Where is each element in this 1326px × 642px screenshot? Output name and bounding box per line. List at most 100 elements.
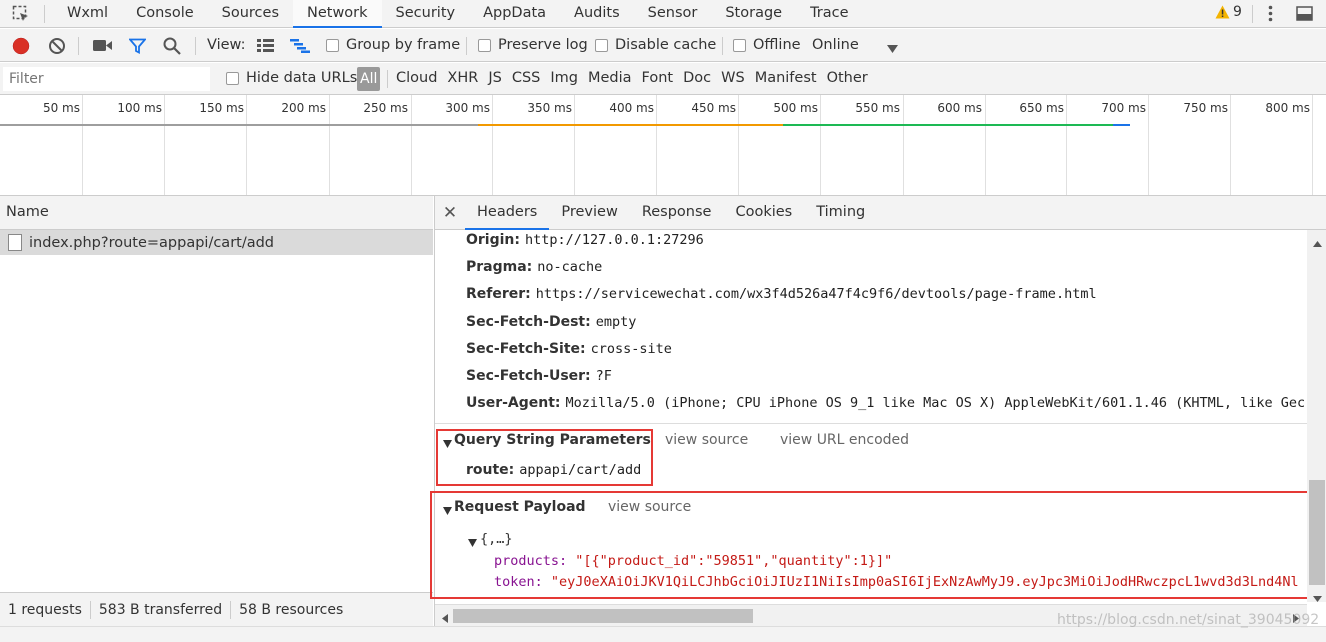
vertical-scrollbar[interactable]	[1307, 230, 1326, 602]
large-rows-icon[interactable]	[257, 39, 274, 56]
filter-type-cloud[interactable]: Cloud	[391, 70, 442, 86]
scroll-left-icon[interactable]	[442, 611, 448, 627]
timeline-tick-label: 50 ms	[42, 101, 80, 115]
clear-icon[interactable]	[48, 37, 66, 59]
offline-option[interactable]: Offline	[733, 37, 801, 53]
tab-sensor[interactable]: Sensor	[634, 0, 712, 28]
header-key: Sec-Fetch-Site:	[466, 341, 586, 357]
timeline-tick-label: 500 ms	[773, 101, 818, 115]
devtools-top-bar: Wxml Console Sources Network Security Ap…	[0, 0, 1326, 28]
throttling-value: Online	[812, 37, 859, 53]
tab-response[interactable]: Response	[630, 196, 724, 230]
more-options-icon[interactable]	[1268, 5, 1273, 26]
close-icon[interactable]: ✕	[435, 203, 465, 223]
timeline-tick-label: 600 ms	[937, 101, 982, 115]
tab-network[interactable]: Network	[293, 0, 382, 28]
request-count: 1 requests	[8, 601, 82, 618]
header-key: Pragma:	[466, 259, 533, 275]
tab-appdata[interactable]: AppData	[469, 0, 560, 28]
screenshot-camera-icon[interactable]	[93, 39, 112, 56]
preserve-log-label: Preserve log	[498, 37, 588, 53]
offline-checkbox[interactable]	[733, 38, 746, 52]
request-list: Name index.php?route=appapi/cart/add	[0, 196, 433, 592]
tab-cookies[interactable]: Cookies	[723, 196, 804, 230]
name-column-header[interactable]: Name	[0, 196, 433, 230]
scrollbar-thumb[interactable]	[1309, 480, 1325, 585]
disable-cache-checkbox[interactable]	[595, 38, 608, 52]
inspect-element-icon[interactable]	[12, 5, 30, 27]
tab-headers[interactable]: Headers	[465, 196, 550, 230]
throttling-select[interactable]: Online	[812, 37, 859, 53]
timeline-overview[interactable]: 50 ms 100 ms 150 ms 200 ms 250 ms 300 ms…	[0, 95, 1326, 196]
waterfall-overview-icon[interactable]	[290, 39, 310, 57]
timeline-bar-waiting	[478, 124, 783, 126]
dock-side-icon[interactable]	[1296, 6, 1313, 25]
view-url-encoded-link[interactable]: view URL encoded	[780, 432, 909, 448]
header-key: Sec-Fetch-User:	[466, 368, 591, 384]
header-value: Mozilla/5.0 (iPhone; CPU iPhone OS 9_1 l…	[565, 395, 1306, 411]
preserve-log-option[interactable]: Preserve log	[478, 37, 588, 53]
timeline-gridline	[1312, 95, 1313, 195]
timeline-gridline	[492, 95, 493, 195]
network-toolbar: View: Group by frame Preserve log Disabl…	[0, 29, 1326, 62]
warning-count[interactable]: 9	[1233, 4, 1242, 20]
filter-type-ws[interactable]: WS	[716, 70, 750, 86]
filter-type-xhr[interactable]: XHR	[442, 70, 483, 86]
group-by-frame-checkbox[interactable]	[326, 38, 339, 52]
tab-trace[interactable]: Trace	[796, 0, 862, 28]
group-by-frame-option[interactable]: Group by frame	[326, 37, 460, 53]
timeline-bar-content	[1113, 124, 1130, 126]
chevron-down-icon[interactable]	[887, 41, 898, 57]
tab-console[interactable]: Console	[122, 0, 208, 28]
timeline-gridline	[164, 95, 165, 195]
timeline-gridline	[1066, 95, 1067, 195]
disable-cache-option[interactable]: Disable cache	[595, 37, 716, 53]
filter-funnel-icon[interactable]	[128, 38, 147, 58]
tab-preview[interactable]: Preview	[549, 196, 629, 230]
filter-type-other[interactable]: Other	[822, 70, 873, 86]
filter-input[interactable]	[3, 67, 210, 91]
preserve-log-checkbox[interactable]	[478, 38, 491, 52]
header-value: no-cache	[537, 259, 603, 275]
tab-storage[interactable]: Storage	[711, 0, 796, 28]
timeline-tick-label: 150 ms	[199, 101, 244, 115]
record-icon[interactable]	[12, 37, 30, 59]
header-value: https://servicewechat.com/wx3f4d526a47f4…	[535, 286, 1097, 302]
header-value: http://127.0.0.1:27296	[525, 232, 704, 248]
timeline-gridline	[1230, 95, 1231, 195]
divider	[1252, 5, 1253, 23]
filter-type-font[interactable]: Font	[637, 70, 679, 86]
filter-type-img[interactable]: Img	[545, 70, 583, 86]
filter-type-manifest[interactable]: Manifest	[750, 70, 822, 86]
filter-type-media[interactable]: Media	[583, 70, 637, 86]
scroll-down-icon[interactable]	[1313, 590, 1322, 606]
timeline-gridline	[985, 95, 986, 195]
tab-wxml[interactable]: Wxml	[53, 0, 122, 28]
search-icon[interactable]	[163, 37, 181, 59]
resources-size: 58 B resources	[239, 601, 344, 618]
tab-timing[interactable]: Timing	[804, 196, 877, 230]
divider	[387, 70, 388, 88]
timeline-gridline	[1148, 95, 1149, 195]
tab-security[interactable]: Security	[382, 0, 470, 28]
tab-sources[interactable]: Sources	[208, 0, 293, 28]
request-row[interactable]: index.php?route=appapi/cart/add	[0, 230, 433, 255]
offline-label: Offline	[753, 37, 801, 53]
query-view-source-link[interactable]: view source	[665, 432, 748, 448]
scroll-up-icon[interactable]	[1313, 235, 1322, 251]
header-key: Referer:	[466, 286, 531, 302]
scrollbar-thumb[interactable]	[453, 609, 753, 623]
timeline-gridline	[411, 95, 412, 195]
filter-type-css[interactable]: CSS	[507, 70, 546, 86]
filter-type-js[interactable]: JS	[483, 70, 506, 86]
disable-cache-label: Disable cache	[615, 37, 717, 53]
filter-type-all[interactable]: All	[357, 67, 381, 91]
divider	[230, 600, 232, 619]
warning-icon[interactable]	[1215, 5, 1230, 23]
hide-data-urls-checkbox[interactable]	[226, 71, 239, 85]
divider	[44, 5, 45, 23]
timeline-tick-label: 650 ms	[1019, 101, 1064, 115]
hide-data-urls-option[interactable]: Hide data URLs	[226, 70, 357, 86]
filter-type-doc[interactable]: Doc	[678, 70, 716, 86]
tab-audits[interactable]: Audits	[560, 0, 634, 28]
